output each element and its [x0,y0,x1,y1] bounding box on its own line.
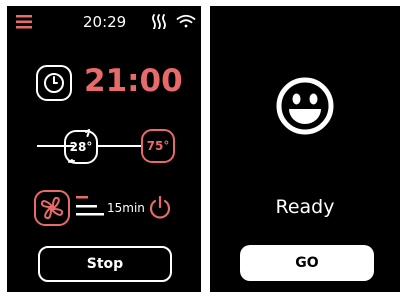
smiley-face-icon [275,76,335,136]
go-button[interactable]: GO [240,245,374,281]
current-temperature: 28° [69,140,93,154]
hamburger-menu-icon[interactable] [16,15,32,29]
fan-icon[interactable] [34,190,70,226]
power-icon[interactable] [149,196,171,220]
heat-waves-icon [151,14,167,29]
status-text: Ready [275,196,335,218]
status-screen: Ready GO [210,6,400,292]
wifi-icon [176,14,196,29]
timer-value: 21:00 [84,63,183,99]
clock-icon[interactable] [36,65,72,101]
temp-line-middle [97,145,141,147]
fan-speed-bars-icon[interactable] [76,195,104,217]
status-time: 20:29 [83,13,127,31]
fan-duration: 15min [107,201,145,215]
control-screen: 20:29 21:00 28° 75° 15min Stop [7,6,201,292]
target-temperature: 75° [146,139,170,153]
stop-button[interactable]: Stop [38,246,172,282]
